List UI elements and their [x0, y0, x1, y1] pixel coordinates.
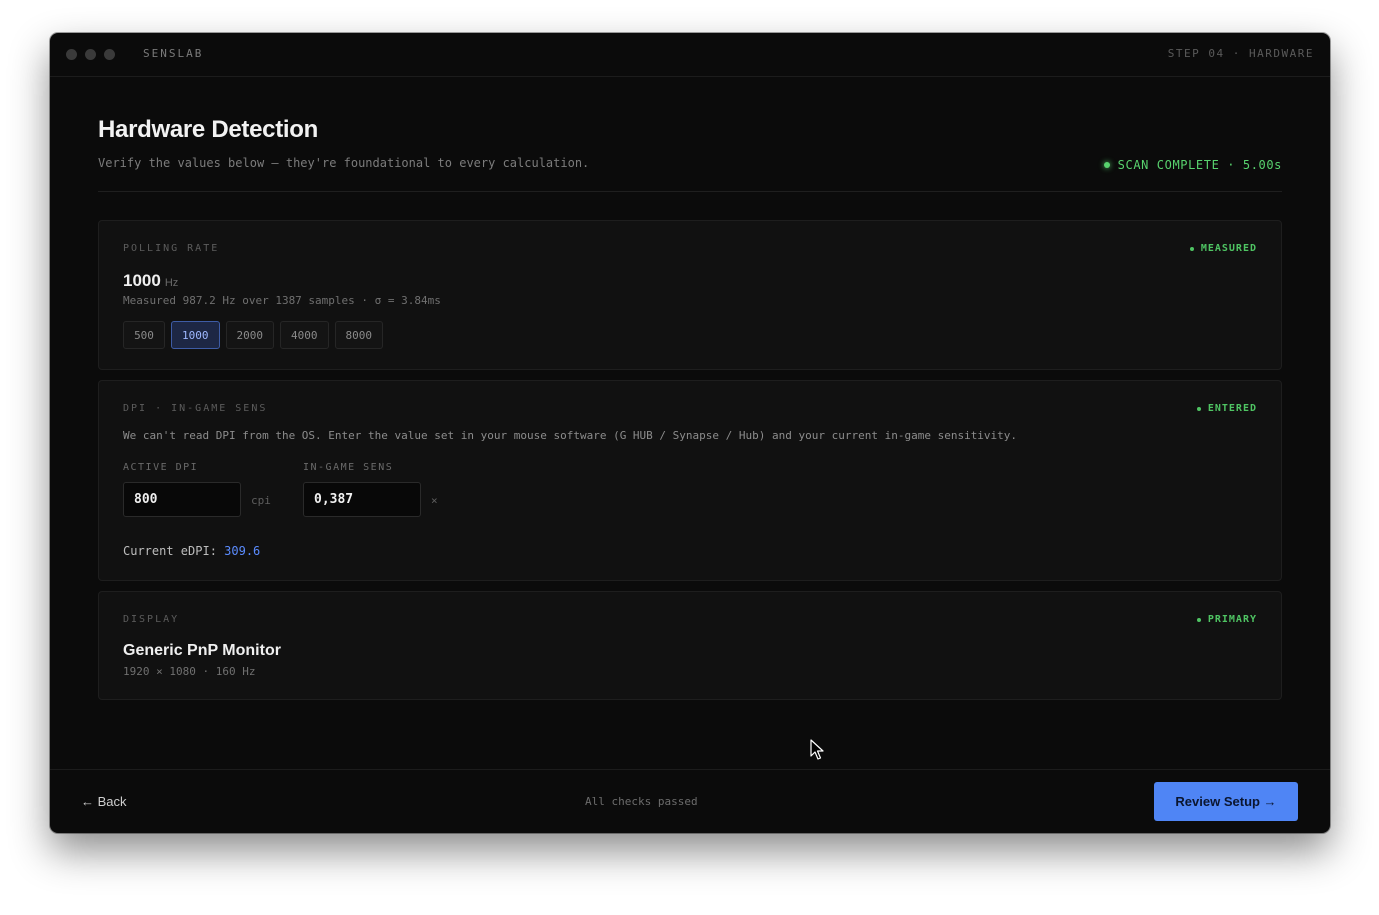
- active-dpi-label: ACTIVE DPI: [123, 462, 199, 473]
- polling-rate-card: POLLING RATE MEASURED 1000 Hz Measured 98…: [98, 220, 1282, 370]
- polling-rate-value: 1000 Hz: [123, 271, 178, 291]
- display-meta: 1920 × 1080 · 160 Hz: [123, 665, 256, 678]
- primary-badge-text: PRIMARY: [1207, 614, 1257, 625]
- display-name: Generic PnP Monitor: [123, 642, 281, 659]
- minimize-window-dot[interactable]: [85, 49, 96, 60]
- app-window: SENSLAB STEP 04 · HARDWARE Hardware Dete…: [50, 33, 1330, 833]
- polling-rate-label: POLLING RATE: [123, 243, 220, 254]
- footer-bar: ← Back All checks passed Review Setup →: [50, 769, 1330, 833]
- polling-rate-number: 1000: [123, 271, 161, 290]
- status-dot-icon: [1103, 162, 1110, 168]
- step-indicator: STEP 04 · HARDWARE: [1167, 47, 1314, 60]
- dpi-unit: cpi: [251, 494, 271, 507]
- dpi-section-label: DPI · IN-GAME SENS: [123, 403, 268, 414]
- scan-status: SCAN COMPLETE · 5.00s: [1103, 158, 1282, 172]
- close-window-dot[interactable]: [66, 49, 77, 60]
- edpi-value: 309.6: [224, 544, 261, 558]
- back-button[interactable]: ← Back: [81, 794, 127, 809]
- mouse-cursor-icon: [810, 739, 824, 760]
- polling-rate-options: 500 1000 2000 4000 8000: [123, 321, 383, 349]
- maximize-window-dot[interactable]: [104, 49, 115, 60]
- edpi-label: Current eDPI:: [123, 544, 217, 558]
- edpi-readout: Current eDPI: 309.6: [123, 544, 260, 558]
- active-dpi-input[interactable]: 800: [123, 482, 241, 517]
- rate-option-8000[interactable]: 8000: [334, 321, 383, 349]
- rate-option-500[interactable]: 500: [123, 321, 165, 349]
- in-game-sens-label: IN-GAME SENS: [303, 462, 394, 473]
- rate-option-4000[interactable]: 4000: [280, 321, 329, 349]
- measured-badge-text: MEASURED: [1200, 243, 1257, 254]
- entered-badge-text: ENTERED: [1207, 403, 1257, 414]
- rate-option-2000[interactable]: 2000: [225, 321, 274, 349]
- review-setup-button[interactable]: Review Setup →: [1154, 782, 1298, 821]
- scan-status-text: SCAN COMPLETE · 5.00s: [1117, 158, 1282, 172]
- badge-dot-icon: [1196, 406, 1201, 411]
- badge-dot-icon: [1196, 617, 1201, 622]
- checks-status: All checks passed: [585, 795, 698, 808]
- in-game-sens-input[interactable]: 0,387: [303, 482, 421, 517]
- display-card: DISPLAY PRIMARY Generic PnP Monitor 1920…: [98, 591, 1282, 700]
- entered-badge: ENTERED: [1196, 403, 1257, 414]
- measured-badge: MEASURED: [1189, 243, 1257, 254]
- rate-option-1000[interactable]: 1000: [171, 321, 220, 349]
- primary-badge: PRIMARY: [1196, 614, 1257, 625]
- dpi-card: DPI · IN-GAME SENS ENTERED We can't read…: [98, 380, 1282, 581]
- dpi-description: We can't read DPI from the OS. Enter the…: [123, 429, 1018, 442]
- polling-rate-unit: Hz: [164, 277, 179, 289]
- title-bar: SENSLAB STEP 04 · HARDWARE: [50, 33, 1330, 77]
- header-divider: [98, 191, 1282, 192]
- page-subtitle: Verify the values below — they're founda…: [98, 156, 590, 170]
- app-brand: SENSLAB: [143, 47, 204, 60]
- page-title: Hardware Detection: [98, 116, 318, 143]
- display-label: DISPLAY: [123, 614, 180, 625]
- sens-multiplier: ×: [431, 494, 438, 507]
- badge-dot-icon: [1189, 246, 1194, 251]
- polling-rate-meta: Measured 987.2 Hz over 1387 samples · σ …: [123, 294, 441, 307]
